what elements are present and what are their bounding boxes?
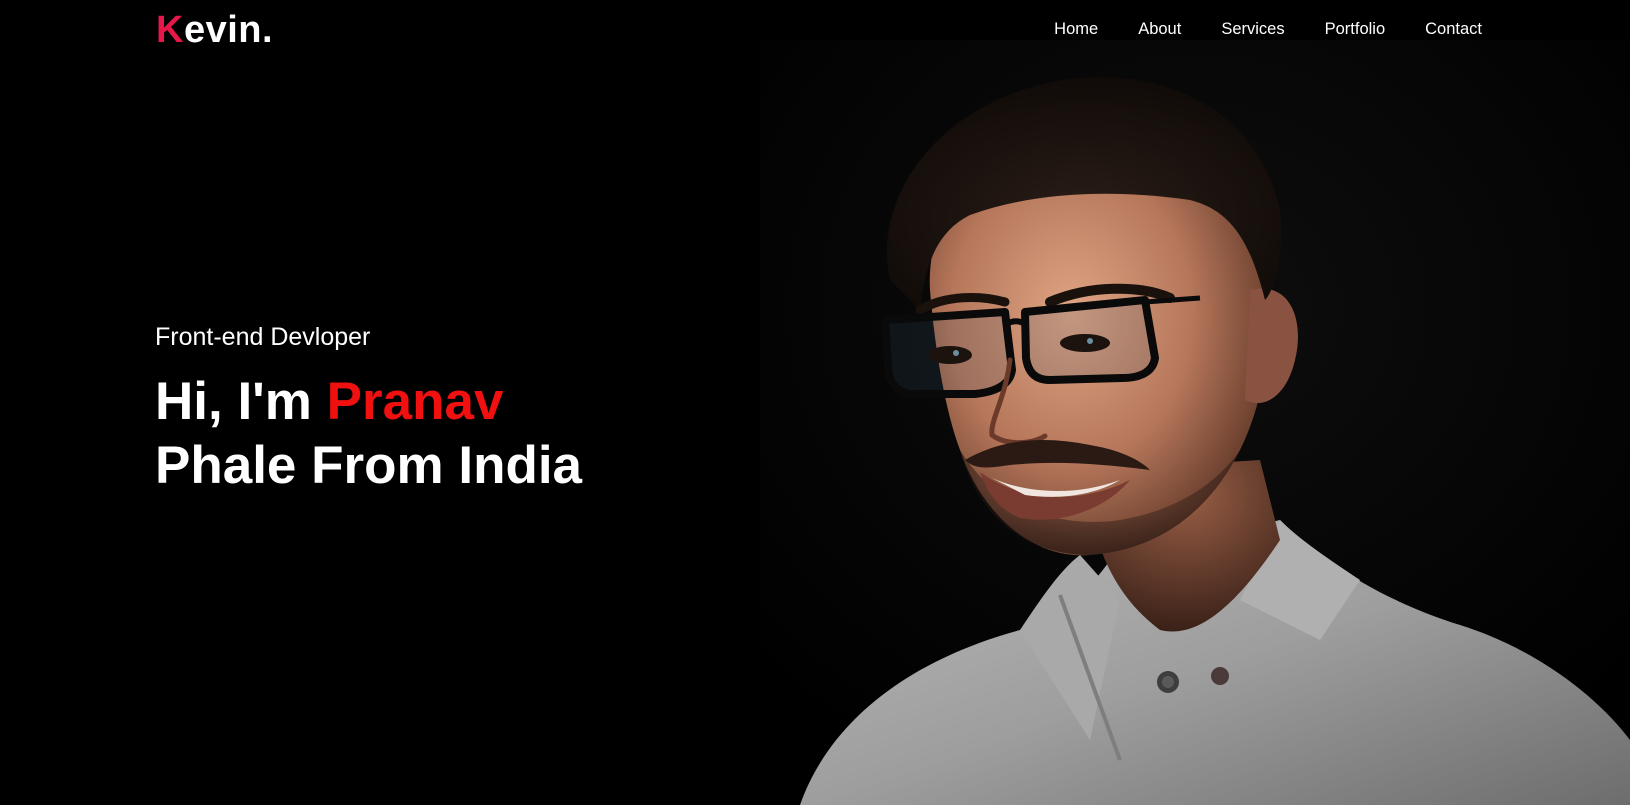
nav-link-home[interactable]: Home: [1054, 20, 1098, 38]
logo-first-letter: K: [156, 9, 184, 51]
nav-link-about[interactable]: About: [1138, 20, 1181, 38]
hero-page: Kevin. Home About Services Portfolio Con…: [0, 0, 1630, 805]
nav-link-contact[interactable]: Contact: [1425, 20, 1482, 38]
site-logo[interactable]: Kevin.: [156, 8, 273, 52]
nav-links: Home About Services Portfolio Contact: [1054, 18, 1482, 40]
hero-subtitle: Front-end Devloper: [155, 323, 371, 351]
nav-item-services: Services: [1221, 18, 1284, 40]
navbar: Kevin. Home About Services Portfolio Con…: [0, 0, 1630, 58]
hero-line-2: Phale From India: [155, 436, 583, 495]
hero-name-highlight: Pranav: [326, 372, 504, 431]
nav-item-portfolio: Portfolio: [1325, 18, 1386, 40]
hero-text: Front-end Devloper Hi, I'm Pranav Phale …: [155, 322, 582, 498]
hero-portrait-image: [760, 40, 1630, 805]
nav-link-portfolio[interactable]: Portfolio: [1325, 20, 1386, 38]
nav-item-contact: Contact: [1425, 18, 1482, 40]
portrait-photo-icon: [760, 40, 1630, 805]
hero-headline: Hi, I'm Pranav Phale From India: [155, 370, 582, 498]
nav-item-about: About: [1138, 18, 1181, 40]
logo-rest-text: evin.: [183, 9, 274, 51]
nav-item-home: Home: [1054, 18, 1098, 40]
hero-greeting: Hi, I'm: [155, 372, 327, 431]
nav-link-services[interactable]: Services: [1221, 20, 1284, 38]
